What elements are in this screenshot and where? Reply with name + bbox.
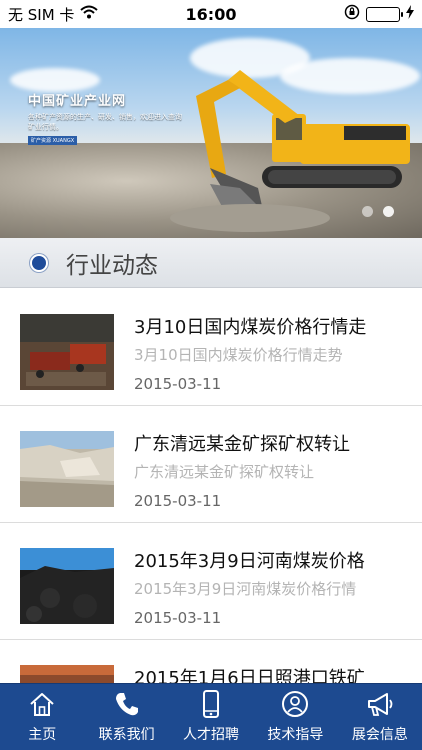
news-thumbnail bbox=[20, 548, 114, 624]
section-title: 行业动态 bbox=[66, 252, 158, 279]
wifi-icon bbox=[80, 5, 99, 23]
tab-label: 主页 bbox=[28, 727, 57, 743]
news-item[interactable]: 3月10日国内煤炭价格行情走 3月10日国内煤炭价格行情走势 2015-03-1… bbox=[0, 289, 422, 406]
news-title: 广东清远某金矿探矿权转让 bbox=[134, 434, 350, 455]
news-thumbnail bbox=[20, 314, 114, 390]
tab-exhibition[interactable]: 展会信息 bbox=[338, 684, 422, 750]
rotation-lock-icon bbox=[344, 4, 360, 24]
tab-recruitment[interactable]: 人才招聘 bbox=[169, 684, 253, 750]
news-date: 2015-03-11 bbox=[134, 492, 222, 510]
phone-icon bbox=[112, 689, 142, 719]
tab-label: 技术指导 bbox=[267, 727, 324, 743]
news-title: 3月10日国内煤炭价格行情走 bbox=[134, 317, 367, 338]
tab-label: 展会信息 bbox=[351, 727, 408, 743]
user-circle-icon bbox=[280, 689, 310, 719]
banner-title: 中国矿业产业网 bbox=[28, 94, 127, 109]
section-header: 行业动态 bbox=[0, 238, 422, 288]
tab-home[interactable]: 主页 bbox=[0, 684, 84, 750]
excavator-image bbox=[170, 70, 410, 232]
banner-description: 各种矿产资源的生产、研发、销售，欢迎进入查询矿业行情。 bbox=[28, 113, 182, 131]
news-subtitle: 3月10日国内煤炭价格行情走势 bbox=[134, 346, 343, 364]
status-bar: 无 SIM 卡 16:00 bbox=[0, 0, 422, 28]
page-dot-1[interactable] bbox=[362, 206, 373, 217]
bullet-icon bbox=[30, 253, 48, 272]
news-list: 3月10日国内煤炭价格行情走 3月10日国内煤炭价格行情走势 2015-03-1… bbox=[0, 289, 422, 750]
mobile-icon bbox=[196, 689, 226, 719]
carrier-label: 无 SIM 卡 bbox=[8, 5, 75, 24]
tab-tech-guide[interactable]: 技术指导 bbox=[253, 684, 337, 750]
tab-label: 联系我们 bbox=[98, 727, 155, 743]
news-subtitle: 2015年3月9日河南煤炭价格行情 bbox=[134, 580, 357, 598]
battery-icon bbox=[366, 6, 403, 22]
news-subtitle: 广东清远某金矿探矿权转让 bbox=[134, 463, 315, 481]
promo-banner[interactable]: 中国矿业产业网 各种矿产资源的生产、研发、销售，欢迎进入查询矿业行情。 矿产资源… bbox=[0, 28, 422, 238]
news-item[interactable]: 2015年3月9日河南煤炭价格 2015年3月9日河南煤炭价格行情 2015-0… bbox=[0, 523, 422, 640]
news-date: 2015-03-11 bbox=[134, 609, 222, 627]
tab-bar: 主页 联系我们 人才招聘 技术指导 展会信息 bbox=[0, 683, 422, 750]
charging-icon bbox=[406, 5, 414, 23]
banner-page-indicator[interactable] bbox=[362, 206, 394, 217]
tab-contact[interactable]: 联系我们 bbox=[84, 684, 168, 750]
news-thumbnail bbox=[20, 431, 114, 507]
news-title: 2015年3月9日河南煤炭价格 bbox=[134, 551, 365, 572]
tab-label: 人才招聘 bbox=[183, 727, 240, 743]
page-dot-2[interactable] bbox=[383, 206, 394, 217]
news-item[interactable]: 广东清远某金矿探矿权转让 广东清远某金矿探矿权转让 2015-03-11 bbox=[0, 406, 422, 523]
news-date: 2015-03-11 bbox=[134, 375, 222, 393]
megaphone-icon bbox=[365, 689, 395, 719]
home-icon bbox=[27, 689, 57, 719]
banner-tag: 矿产资源 XUANGX bbox=[28, 136, 78, 145]
